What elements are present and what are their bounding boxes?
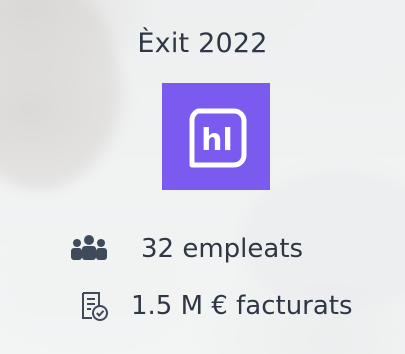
revenue-stat: 1.5 M € facturats — [75, 289, 353, 323]
info-card: Èxit 2022 hl 32 empleats 1.5 M € factura… — [0, 0, 405, 354]
card-title: Èxit 2022 — [137, 28, 268, 59]
employees-stat: 32 empleats — [70, 232, 303, 266]
logo-text: hl — [201, 123, 233, 158]
invoice-icon — [75, 289, 113, 323]
employees-count: 32 empleats — [141, 234, 304, 264]
revenue-amount: 1.5 M € facturats — [131, 291, 353, 321]
chat-bubble-logo-icon: hl — [189, 108, 247, 167]
company-logo: hl — [162, 83, 270, 190]
team-icon — [70, 232, 108, 266]
